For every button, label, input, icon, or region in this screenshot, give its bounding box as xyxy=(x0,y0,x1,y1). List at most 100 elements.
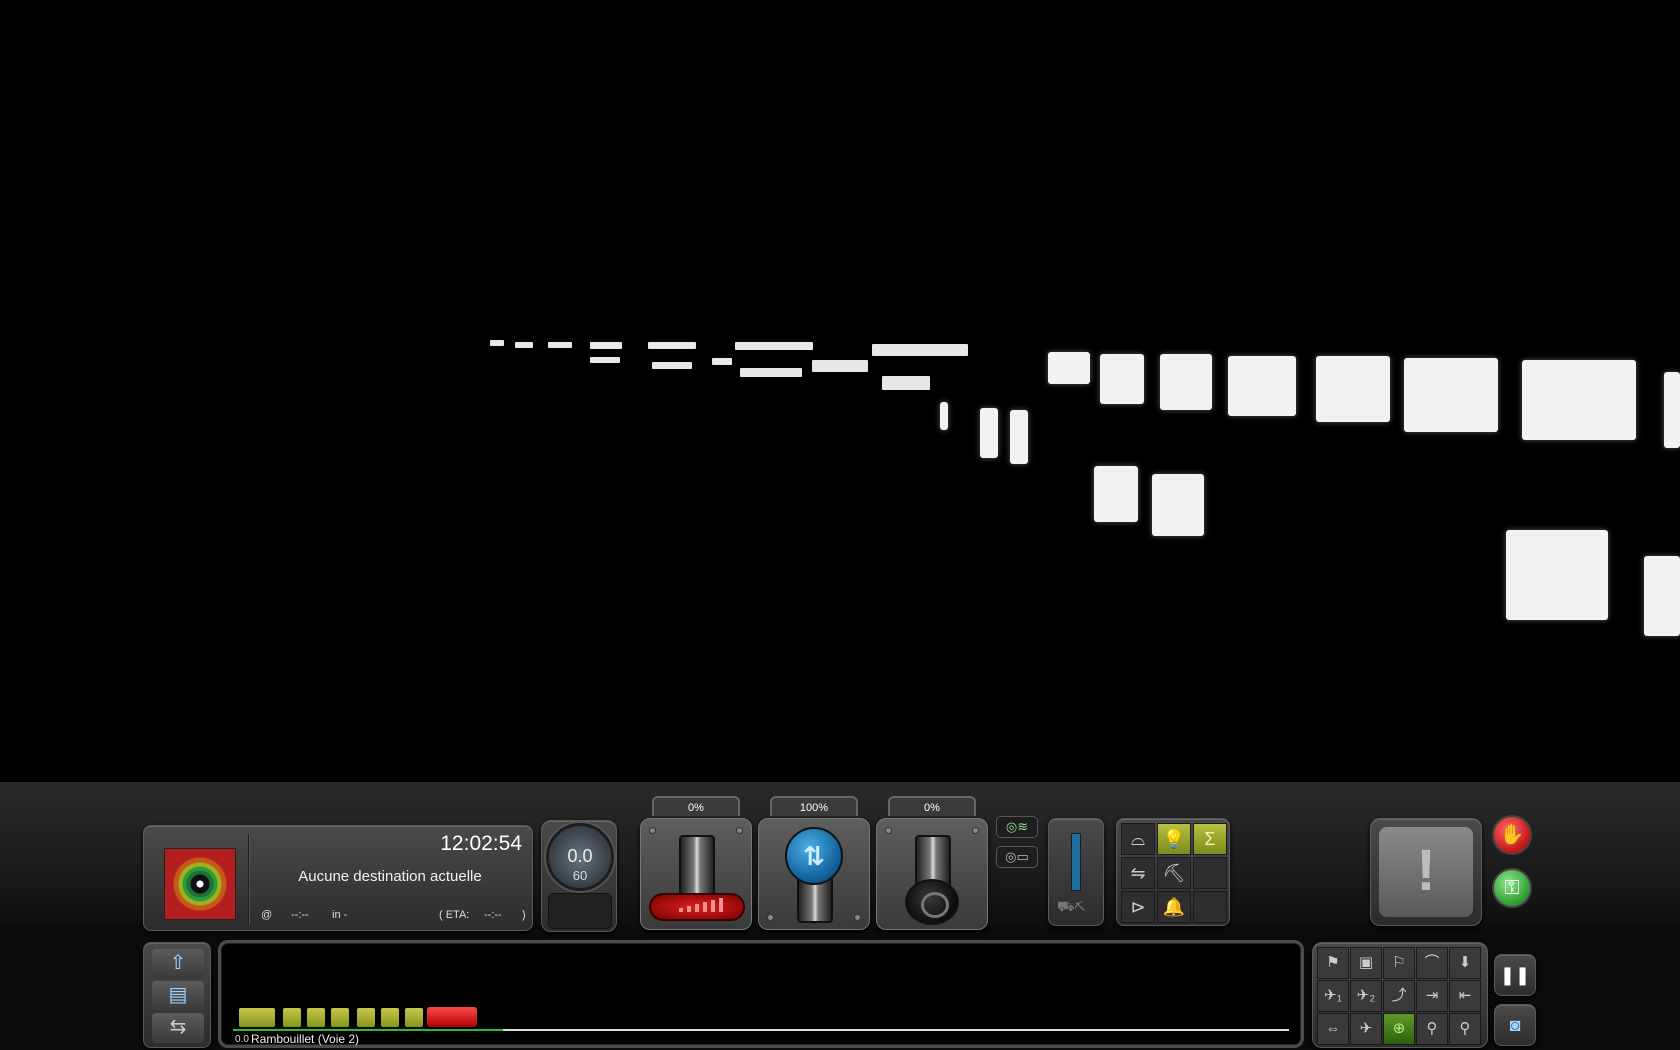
train-car xyxy=(331,1008,349,1027)
locomotive-icon xyxy=(427,1007,477,1027)
coupler-icon[interactable]: ⇋ xyxy=(1121,857,1155,889)
train-window xyxy=(1644,556,1680,636)
brake-percent: 0% xyxy=(888,796,976,816)
train-window xyxy=(1010,410,1028,464)
train-window xyxy=(1094,466,1138,522)
cam-pin-icon[interactable]: ⚲ xyxy=(1416,1013,1448,1045)
screw xyxy=(767,914,774,921)
train-car xyxy=(381,1008,399,1027)
in-label: in - xyxy=(332,909,348,921)
throttle-handle[interactable] xyxy=(679,835,715,897)
at-label: @ xyxy=(261,909,273,921)
destination-text: Aucune destination actuelle xyxy=(298,868,482,885)
cam-next-icon[interactable]: ⇥ xyxy=(1416,980,1448,1012)
cam-prev-icon[interactable]: ⇤ xyxy=(1449,980,1481,1012)
cam-plane-icon[interactable]: ✈ xyxy=(1350,1013,1382,1045)
screw xyxy=(972,827,979,834)
distant-window xyxy=(735,342,813,350)
function-grid: ⌓ 💡 Σ ⇋ ⛏ ⊳ 🔔 xyxy=(1116,818,1230,926)
train-window xyxy=(1228,356,1296,416)
train-window xyxy=(980,408,998,458)
train-window xyxy=(1404,358,1498,432)
train-window xyxy=(1048,352,1090,384)
reverser-lever[interactable]: ⇅ xyxy=(758,818,870,930)
target-signal-icon[interactable] xyxy=(164,848,236,920)
distant-window xyxy=(590,342,622,349)
distant-window xyxy=(548,342,572,348)
save-icon[interactable]: ▤ xyxy=(152,981,204,1011)
cam-heli2-icon[interactable]: ✈₂ xyxy=(1350,980,1382,1012)
distant-window xyxy=(740,368,802,377)
distant-window xyxy=(872,344,968,356)
pause-button[interactable]: ❚❚ xyxy=(1494,954,1536,996)
route-overview[interactable]: 0.0 Rambouillet (Voie 2) xyxy=(218,940,1304,1048)
gauge-icons: ⛟⛏ xyxy=(1057,898,1086,914)
empty-slot xyxy=(1193,857,1227,889)
speedometer-subpanel xyxy=(548,893,612,929)
train-window xyxy=(940,402,948,430)
headlight-icon[interactable]: 💡 xyxy=(1157,823,1191,855)
cam-marker-icon[interactable]: ⚲ xyxy=(1449,1013,1481,1045)
eta-label: ( ETA: xyxy=(439,909,470,921)
cam-orbit-icon[interactable]: ⇔ xyxy=(1317,1013,1349,1045)
level-gauge-fill xyxy=(1071,833,1081,891)
distant-window xyxy=(712,358,732,365)
train-car xyxy=(405,1008,423,1027)
train-car xyxy=(239,1008,275,1027)
at-time: --:-- xyxy=(291,909,309,921)
speedometer: 0.0 60 xyxy=(541,820,617,932)
level-gauge: ⛟⛏ xyxy=(1048,818,1104,926)
distant-window xyxy=(590,357,620,363)
eta-close: ) xyxy=(522,909,526,921)
train-window xyxy=(1506,530,1608,620)
alert-panel: ! xyxy=(1370,818,1482,926)
brake-lever[interactable] xyxy=(876,818,988,930)
pantograph-icon[interactable]: Σ xyxy=(1193,823,1227,855)
train-window xyxy=(1160,354,1212,410)
screw xyxy=(736,827,743,834)
train-window xyxy=(1522,360,1636,440)
tool-stack: ⇧ ▤ ⇆ xyxy=(143,942,211,1048)
wiper-icon[interactable]: ⌓ xyxy=(1121,823,1155,855)
train-window xyxy=(1316,356,1390,422)
empty-slot xyxy=(1193,891,1227,923)
cam-cab-icon[interactable]: ⚑ xyxy=(1317,947,1349,979)
alert-icon[interactable]: ! xyxy=(1379,827,1473,917)
train-car xyxy=(307,1008,325,1027)
key-button[interactable]: ⚿ xyxy=(1492,868,1532,908)
switch-icon[interactable]: ⇆ xyxy=(152,1013,204,1043)
eta-time: --:-- xyxy=(484,909,502,921)
cam-train-icon[interactable]: ▣ xyxy=(1350,947,1382,979)
route-station: Rambouillet (Voie 2) xyxy=(251,1032,360,1046)
brake-lever-icon[interactable] xyxy=(905,879,959,925)
screw xyxy=(885,827,892,834)
speed-limit: 60 xyxy=(572,868,588,883)
sander-icon[interactable]: ⛏ xyxy=(1157,857,1191,889)
reverser-percent: 100% xyxy=(770,796,858,816)
screenshot-button[interactable]: ◙ xyxy=(1494,1004,1536,1046)
camera-grid: ⚑ ▣ ⚐ ⌒ ⬇ ✈₁ ✈₂ ⤴ ⇥ ⇤ ⇔ ✈ ⊕ ⚲ ⚲ xyxy=(1312,942,1488,1048)
cam-down-icon[interactable]: ⬇ xyxy=(1449,947,1481,979)
cam-globe-icon[interactable]: ⊕ xyxy=(1383,1013,1415,1045)
train-window xyxy=(1152,474,1204,536)
train-car xyxy=(357,1008,375,1027)
bell-icon[interactable]: 🔔 xyxy=(1157,891,1191,923)
reverser-arrows-icon[interactable]: ⇅ xyxy=(785,827,843,885)
cam-track-icon[interactable]: ⤴ xyxy=(1383,980,1415,1012)
route-start-km: 0.0 xyxy=(235,1034,249,1045)
camera-view-button[interactable]: ◎▭ xyxy=(996,846,1038,868)
cam-roof-icon[interactable]: ⌒ xyxy=(1416,947,1448,979)
scene-view[interactable] xyxy=(0,0,1680,782)
cam-heli1-icon[interactable]: ✈₁ xyxy=(1317,980,1349,1012)
train-window xyxy=(1100,354,1144,404)
upload-icon[interactable]: ⇧ xyxy=(152,949,204,979)
speedometer-dial: 0.0 60 xyxy=(546,823,614,891)
horn-icon[interactable]: ⊳ xyxy=(1121,891,1155,923)
game-clock: 12:02:54 xyxy=(440,832,522,855)
distant-window xyxy=(490,340,504,346)
stop-hand-button[interactable]: ✋ xyxy=(1492,815,1532,855)
throttle-lever[interactable] xyxy=(640,818,752,930)
train-window xyxy=(1664,372,1680,448)
cam-side-icon[interactable]: ⚐ xyxy=(1383,947,1415,979)
camera-loco-button[interactable]: ◎≋ xyxy=(996,816,1038,838)
